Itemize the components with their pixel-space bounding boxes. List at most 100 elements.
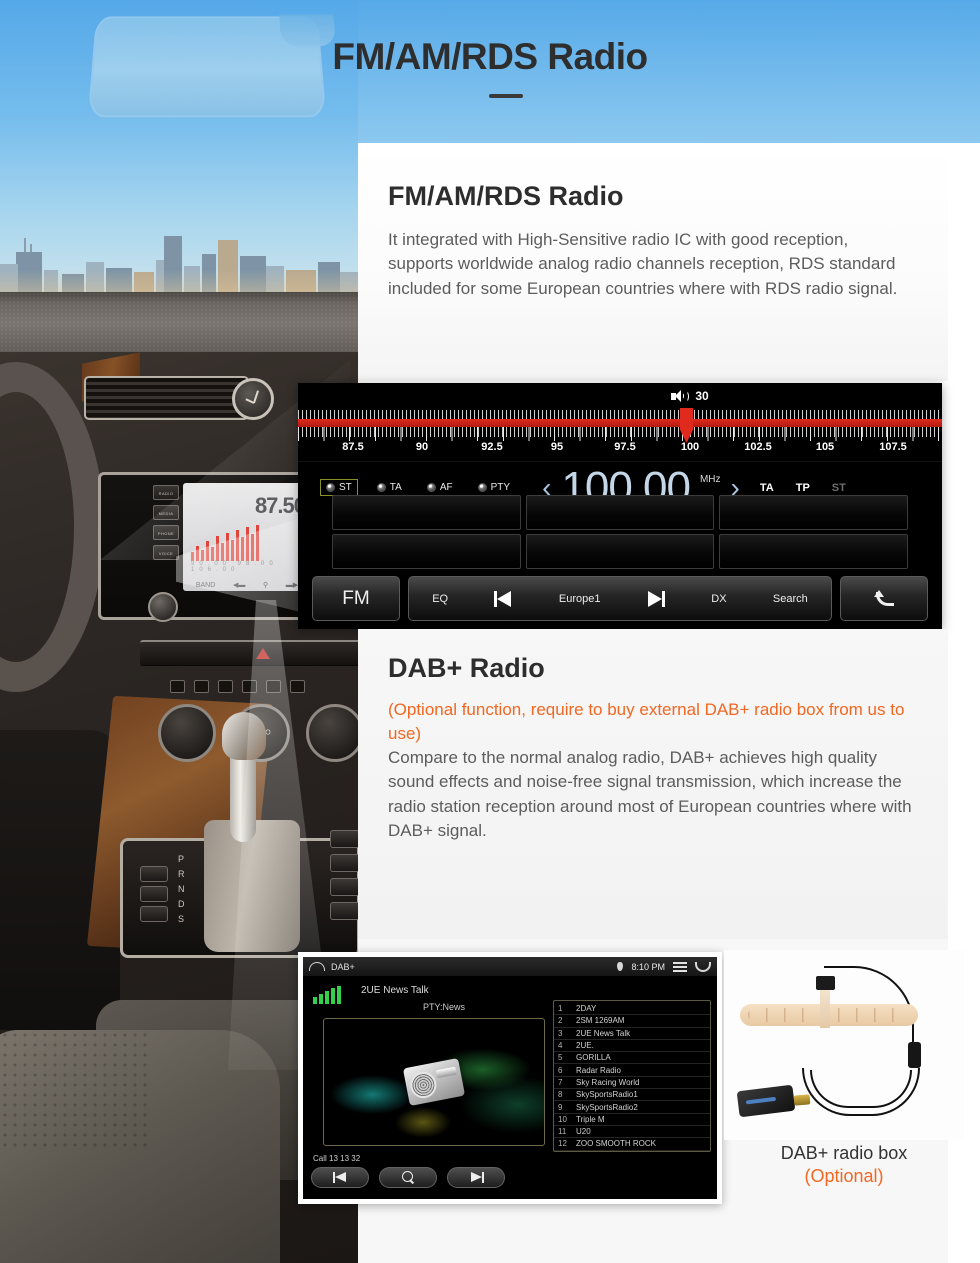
shifter-boot xyxy=(204,820,300,952)
climate-dial-left xyxy=(158,704,216,762)
dab-clock: 8:10 PM xyxy=(631,961,665,972)
dab-now-playing: 2UE News Talk xyxy=(361,985,429,996)
rds-toggle-group: ST TA AF PTY xyxy=(320,479,516,496)
rds-toggle-st[interactable]: ST xyxy=(320,479,358,496)
rds-toggle-af-label: AF xyxy=(439,482,453,493)
list-item[interactable]: 10 Triple M xyxy=(554,1114,710,1126)
frequency-dial[interactable]: 87.5 90 92.5 95 97.5 100 102.5 105 107.5 xyxy=(298,408,942,461)
preset-slot[interactable] xyxy=(525,495,715,530)
rds-toggle-st-label: ST xyxy=(339,482,352,493)
dial-ticks-top xyxy=(298,410,942,419)
eq-button[interactable]: EQ xyxy=(432,593,448,605)
frequency-unit: MHz xyxy=(699,473,721,485)
car-seat xyxy=(0,1030,280,1263)
rds-status-flags: TA TP ST xyxy=(760,482,846,494)
dab-antenna-icon xyxy=(724,950,964,1140)
list-item[interactable]: 1 2DAY xyxy=(554,1003,710,1016)
dashboard-clock xyxy=(232,378,274,420)
dab-receiver-box xyxy=(736,1084,796,1118)
dial-ticks-major xyxy=(298,427,942,441)
radio-status-bar: 30 xyxy=(298,383,942,409)
led-indicator-icon xyxy=(376,483,386,492)
dab-search-button[interactable] xyxy=(379,1167,437,1188)
radio-toolbar: EQ Europe1 DX Search xyxy=(408,576,832,621)
preset-slot[interactable] xyxy=(332,534,521,569)
air-vent xyxy=(84,376,249,420)
back-arrow-icon[interactable] xyxy=(695,961,711,972)
head-unit-knob xyxy=(148,592,178,622)
list-item[interactable]: 11 U20 xyxy=(554,1126,710,1139)
page-root: RADIO MEDIA PHONE VOICE 87.50 90.00 98.0… xyxy=(0,0,980,1263)
scale-label-6: 102.5 xyxy=(744,441,772,453)
back-arrow-icon xyxy=(874,589,894,609)
preset-slot[interactable] xyxy=(332,495,521,530)
antenna-inline-amplifier xyxy=(908,1042,921,1068)
skip-previous-icon[interactable] xyxy=(494,590,512,607)
search-button[interactable]: Search xyxy=(773,593,808,605)
dab-box-caption-optional: (Optional) xyxy=(804,1166,884,1186)
factory-head-unit: RADIO MEDIA PHONE VOICE 87.50 90.00 98.0… xyxy=(98,472,318,620)
head-unit-scale: 90.00 98.00 106.00 xyxy=(191,561,278,573)
scale-label-5: 100 xyxy=(680,441,700,453)
title-underline xyxy=(489,94,523,98)
back-button[interactable] xyxy=(840,576,928,621)
rds-toggle-ta[interactable]: TA xyxy=(371,479,408,496)
list-item[interactable]: 9 SkySportsRadio2 xyxy=(554,1101,710,1114)
dab-artwork xyxy=(323,1018,545,1146)
dab-pty-label: PTY:News xyxy=(423,1002,466,1012)
head-unit-button-media: MEDIA xyxy=(153,505,179,520)
dab-plus-heading: DAB+ Radio xyxy=(388,653,545,683)
band-button[interactable]: FM xyxy=(312,576,400,621)
head-unit-button-phone: PHONE xyxy=(153,525,179,540)
scale-label-4: 97.5 xyxy=(614,441,636,453)
dial-red-bar xyxy=(298,419,942,427)
led-indicator-icon xyxy=(326,483,335,492)
dab-prev-button[interactable] xyxy=(311,1167,369,1188)
list-item[interactable]: 7 Sky Racing World xyxy=(554,1077,710,1090)
rds-toggle-af[interactable]: AF xyxy=(421,479,459,496)
console-right-buttons xyxy=(330,830,360,926)
list-item[interactable]: 4 2UE. xyxy=(554,1040,710,1053)
speaker-icon xyxy=(671,389,689,403)
fm-am-rds-heading: FM/AM/RDS Radio xyxy=(388,181,624,211)
led-indicator-icon xyxy=(426,483,436,492)
rds-toggle-pty[interactable]: PTY xyxy=(472,479,516,496)
list-item[interactable]: 2 2SM 1269AM xyxy=(554,1015,710,1028)
climate-button-row xyxy=(170,676,360,696)
head-unit-screen: 87.50 90.00 98.00 106.00 BAND ◀▬ ⚲ ▬▶ xyxy=(183,483,311,591)
scale-label-1: 90 xyxy=(415,441,429,453)
dab-main-area: 2UE News Talk PTY:News 1 2DAY 2 2SM 1269AM… xyxy=(303,976,717,1156)
scale-label-3: 95 xyxy=(550,441,564,453)
head-unit-controls: BAND ◀▬ ⚲ ▬▶ xyxy=(195,581,299,590)
list-item[interactable]: 3 2UE News Talk xyxy=(554,1028,710,1040)
led-indicator-icon xyxy=(477,483,487,492)
preset-slot[interactable] xyxy=(525,534,715,569)
fm-am-rds-body: It integrated with High-Sensitive radio … xyxy=(388,230,898,298)
dab-call-text: Call 13 13 32 xyxy=(313,1154,361,1163)
dab-box-caption-title: DAB+ radio box xyxy=(780,1143,908,1163)
dashboard-top xyxy=(0,292,360,358)
radio-app-screenshot: 30 87.5 90 92.5 95 97.5 100 102.5 105 10… xyxy=(298,383,942,629)
preset-slot[interactable] xyxy=(719,534,908,569)
gear-stick-knob xyxy=(222,712,266,760)
dab-station-list[interactable]: 1 2DAY 2 2SM 1269AM 3 2UE News Talk 4 2UE. 5… xyxy=(553,1000,711,1152)
home-icon[interactable] xyxy=(309,962,325,971)
preset-slot[interactable] xyxy=(719,495,908,530)
list-item[interactable]: 12 ZOO SMOOTH ROCK xyxy=(554,1138,710,1151)
skip-next-icon[interactable] xyxy=(647,590,665,607)
dab-plus-body: Compare to the normal analog radio, DAB+… xyxy=(388,748,912,840)
status-flag-st: ST xyxy=(831,481,846,494)
hazard-light-button xyxy=(256,648,270,659)
region-button[interactable]: Europe1 xyxy=(559,593,601,605)
dab-next-button[interactable] xyxy=(447,1167,505,1188)
preset-grid xyxy=(332,495,908,569)
dx-button[interactable]: DX xyxy=(711,593,726,605)
volume-level: 30 xyxy=(695,389,709,403)
list-item[interactable]: 6 Radar Radio xyxy=(554,1064,710,1077)
list-item[interactable]: 8 SkySportsRadio1 xyxy=(554,1089,710,1102)
hamburger-menu-icon[interactable] xyxy=(673,961,687,972)
dab-footer: Call 13 13 32 xyxy=(303,1154,717,1199)
head-unit-button-voice: VOICE xyxy=(153,545,179,560)
list-item[interactable]: 5 GORILLA xyxy=(554,1052,710,1065)
dab-transport-controls xyxy=(311,1167,505,1188)
